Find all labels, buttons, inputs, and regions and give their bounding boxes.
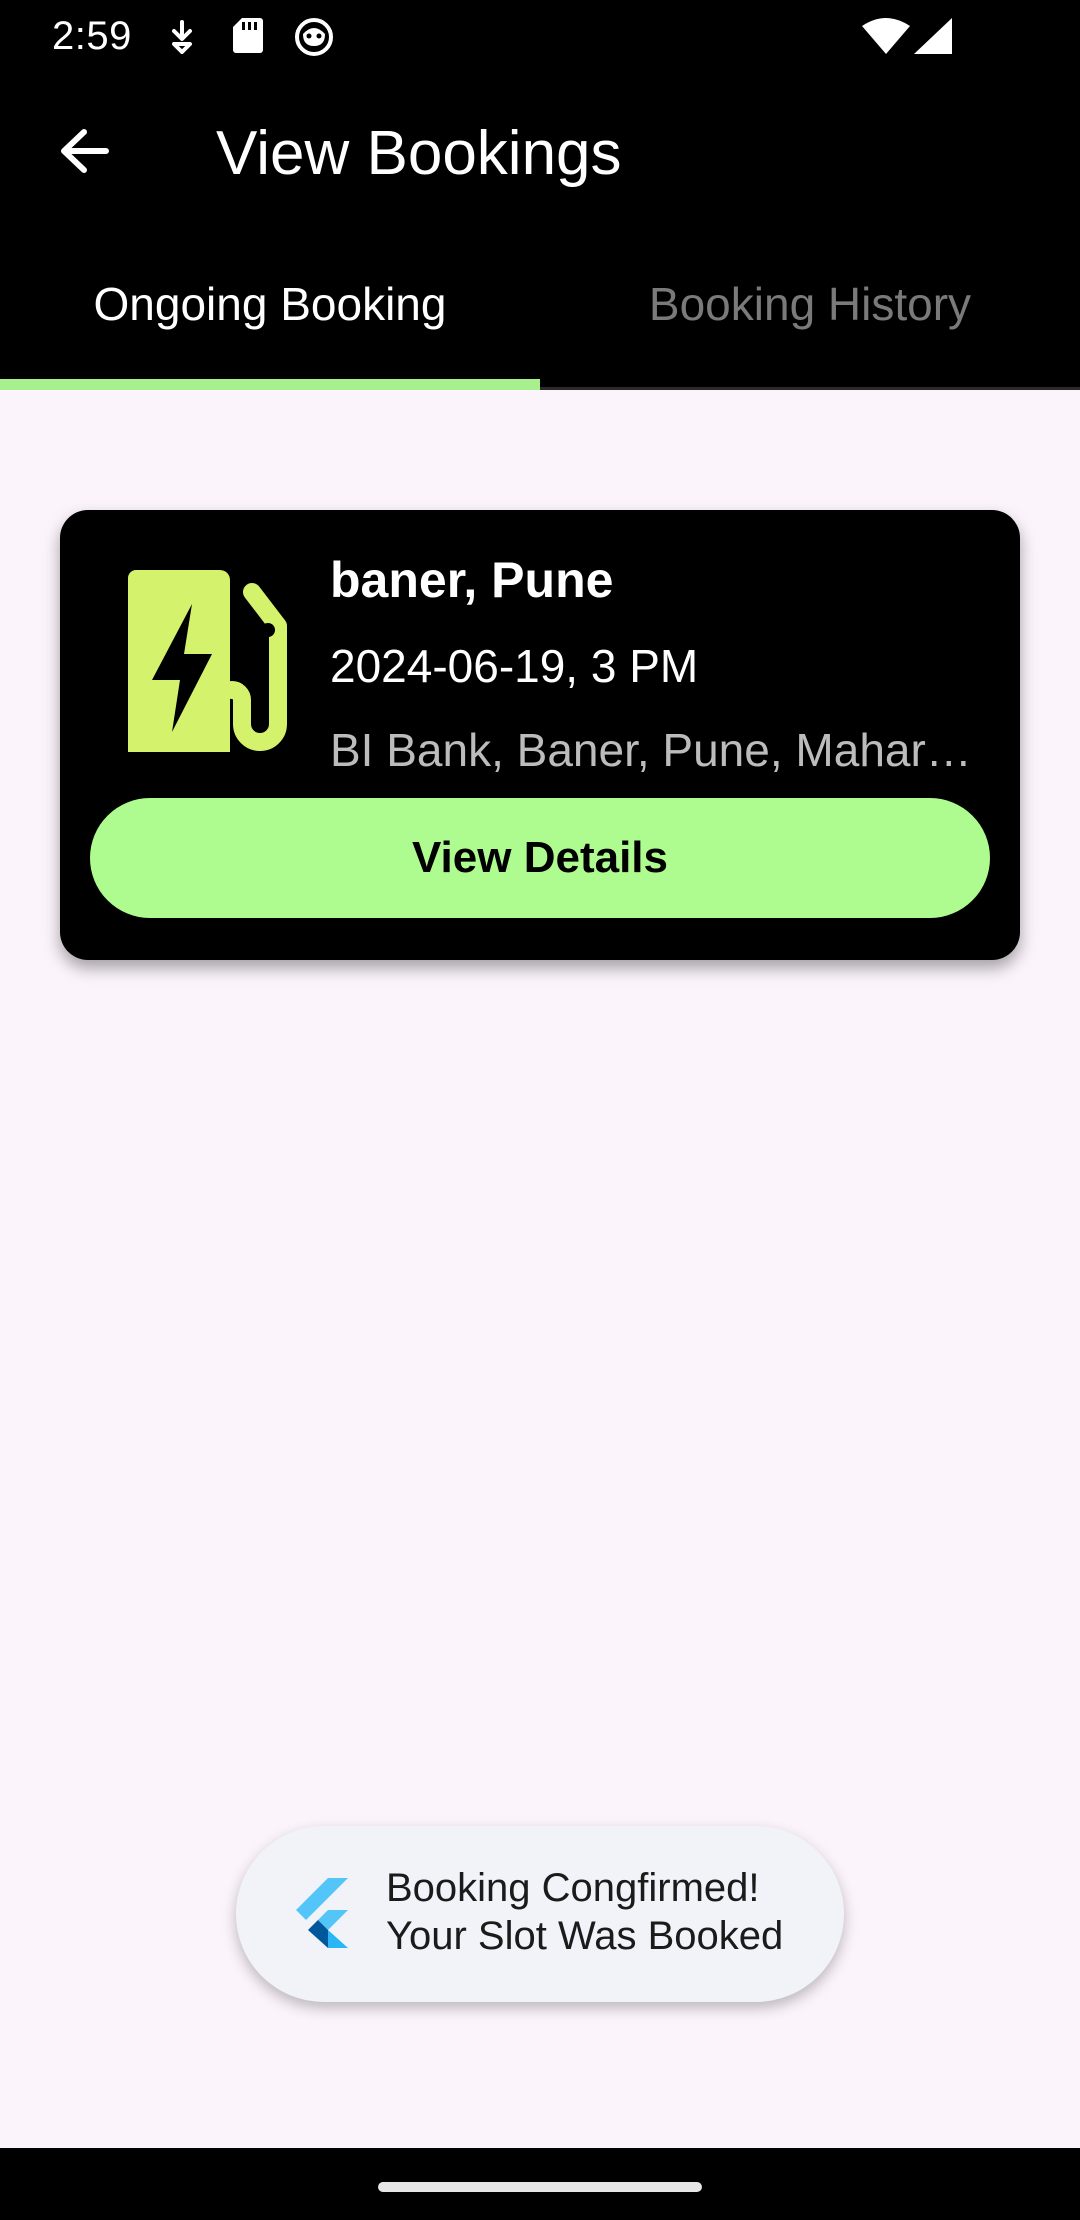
navigation-bar (0, 2148, 1080, 2220)
cat-face-icon (294, 16, 334, 61)
app-bar: View Bookings (0, 72, 1080, 240)
toast-text: Booking Congfirmed! Your Slot Was Booked (386, 1864, 783, 1960)
booking-datetime: 2024-06-19, 3 PM (330, 640, 699, 692)
tab-indicator (0, 379, 540, 390)
tab-booking-history[interactable]: Booking History (540, 240, 1080, 390)
ev-charger-icon (128, 570, 300, 762)
tab-bar: Ongoing Booking Booking History (0, 240, 1080, 390)
status-bar: 2:59 (0, 0, 1080, 72)
signal-icon (914, 18, 952, 59)
flutter-logo-icon (292, 1878, 348, 1948)
toast-line-2: Your Slot Was Booked (386, 1914, 784, 1958)
back-button[interactable] (44, 113, 124, 193)
wifi-icon (862, 18, 910, 59)
view-details-button[interactable]: View Details (90, 798, 990, 918)
toast-message: Booking Congfirmed! Your Slot Was Booked (236, 1826, 844, 2002)
download-arrow-icon (168, 20, 196, 59)
home-indicator[interactable] (378, 2182, 702, 2192)
booking-location: baner, Pune (330, 552, 614, 608)
booking-address: BI Bank, Baner, Pune, Mahar… (330, 724, 972, 776)
sd-card-icon (232, 16, 264, 59)
status-time: 2:59 (52, 14, 132, 58)
booking-card: baner, Pune 2024-06-19, 3 PM BI Bank, Ba… (60, 510, 1020, 960)
page-title: View Bookings (216, 119, 622, 188)
tab-ongoing-booking[interactable]: Ongoing Booking (0, 240, 540, 390)
toast-line-1: Booking Congfirmed! (386, 1866, 760, 1910)
arrow-left-icon (58, 127, 110, 180)
